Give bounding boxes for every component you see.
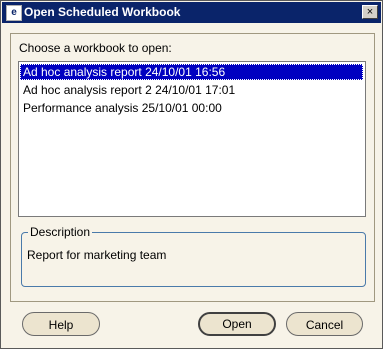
cancel-button[interactable]: Cancel	[286, 312, 363, 336]
help-button[interactable]: Help	[22, 312, 100, 336]
description-legend: Description	[28, 225, 93, 239]
workbook-list-item[interactable]: Ad hoc analysis report 2 24/10/01 17:01	[20, 82, 363, 98]
workbook-list[interactable]: Ad hoc analysis report 24/10/01 16:56 Ad…	[18, 61, 366, 217]
description-text: Report for marketing team	[27, 248, 167, 262]
dialog-window: e Open Scheduled Workbook × Choose a wor…	[0, 0, 383, 349]
title-bar[interactable]: e Open Scheduled Workbook ×	[2, 2, 381, 23]
workbook-list-item[interactable]: Performance analysis 25/10/01 00:00	[20, 100, 363, 116]
close-button[interactable]: ×	[362, 5, 378, 19]
app-icon: e	[6, 5, 22, 21]
workbook-list-item[interactable]: Ad hoc analysis report 24/10/01 16:56	[20, 64, 363, 80]
open-button[interactable]: Open	[198, 312, 276, 336]
choose-label: Choose a workbook to open:	[19, 41, 172, 55]
window-title: Open Scheduled Workbook	[24, 5, 181, 19]
